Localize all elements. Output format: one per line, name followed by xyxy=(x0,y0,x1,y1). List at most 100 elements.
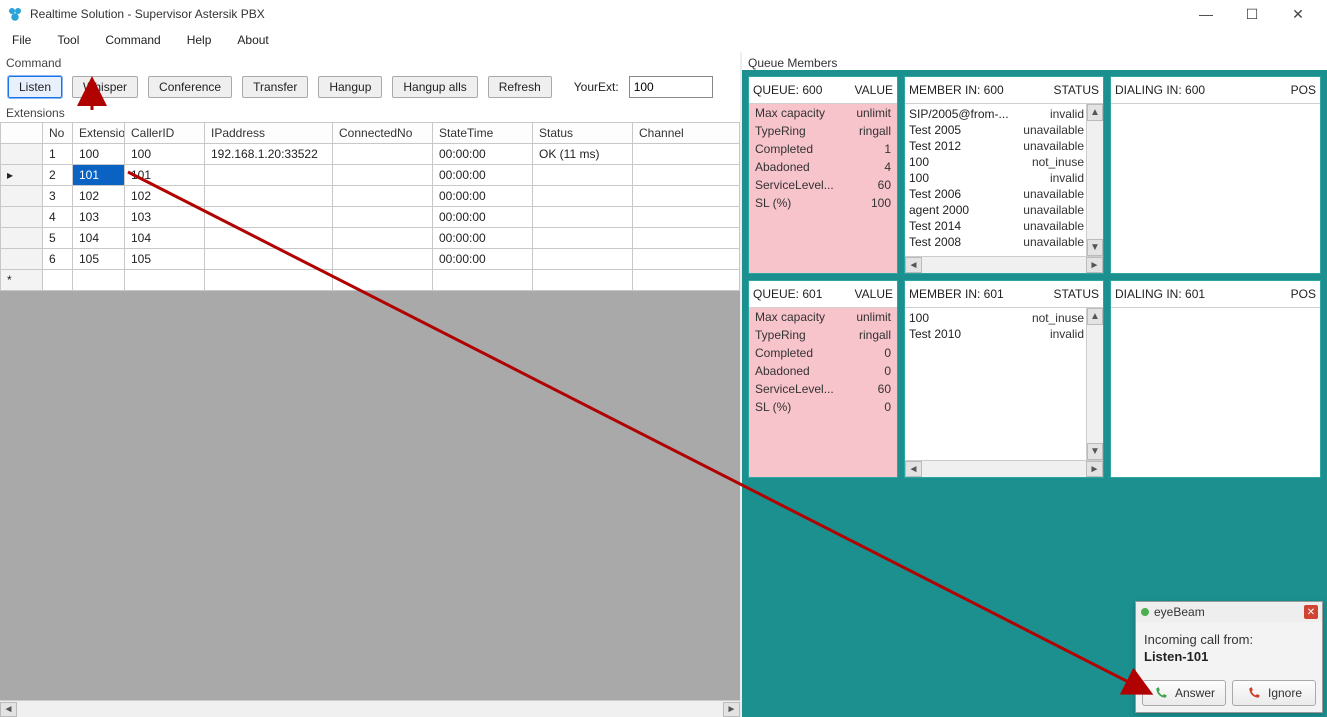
menu-about[interactable]: About xyxy=(233,31,272,49)
cell-channel[interactable] xyxy=(633,144,740,165)
cell-no[interactable]: 4 xyxy=(43,207,73,228)
cell-extension[interactable]: 104 xyxy=(73,228,125,249)
table-row[interactable]: 610510500:00:00 xyxy=(1,249,740,270)
extensions-grid[interactable]: No Extension CallerID IPaddress Connecte… xyxy=(0,122,740,700)
scroll-up-icon[interactable]: ▲ xyxy=(1087,308,1103,325)
row-header[interactable] xyxy=(1,249,43,270)
scroll-right-icon[interactable]: ► xyxy=(723,702,740,717)
table-row[interactable]: 1100100192.168.1.20:3352200:00:00OK (11 … xyxy=(1,144,740,165)
member-row[interactable]: Test 2012unavailable xyxy=(909,138,1084,154)
cell-connected[interactable] xyxy=(333,228,433,249)
cell-callerid[interactable]: 105 xyxy=(125,249,205,270)
ignore-button[interactable]: Ignore xyxy=(1232,680,1316,706)
cell-channel[interactable] xyxy=(633,228,740,249)
cell-status[interactable] xyxy=(533,207,633,228)
cell-ip[interactable] xyxy=(205,165,333,186)
row-header[interactable] xyxy=(1,144,43,165)
cell-channel[interactable] xyxy=(633,249,740,270)
col-no[interactable]: No xyxy=(43,123,73,144)
cell-channel[interactable] xyxy=(633,165,740,186)
row-header[interactable]: ▸ xyxy=(1,165,43,186)
yourext-input[interactable] xyxy=(629,76,713,98)
col-conn[interactable]: ConnectedNo xyxy=(333,123,433,144)
members-vertical-scrollbar[interactable]: ▲ ▼ xyxy=(1086,308,1103,460)
cell-extension[interactable]: 101 xyxy=(73,165,125,186)
col-ip[interactable]: IPaddress xyxy=(205,123,333,144)
table-row[interactable]: 510410400:00:00 xyxy=(1,228,740,249)
member-row[interactable]: 100invalid xyxy=(909,170,1084,186)
col-time[interactable]: StateTime xyxy=(433,123,533,144)
row-header[interactable] xyxy=(1,207,43,228)
scroll-up-icon[interactable]: ▲ xyxy=(1087,104,1103,121)
member-row[interactable]: Test 2010invalid xyxy=(909,326,1084,342)
cell-ip[interactable]: 192.168.1.20:33522 xyxy=(205,144,333,165)
member-row[interactable]: Test 2008unavailable xyxy=(909,234,1084,250)
cell-ip[interactable] xyxy=(205,186,333,207)
cell-callerid[interactable]: 102 xyxy=(125,186,205,207)
cell-statetime[interactable]: 00:00:00 xyxy=(433,228,533,249)
col-cid[interactable]: CallerID xyxy=(125,123,205,144)
cell-status[interactable] xyxy=(533,228,633,249)
window-minimize-button[interactable]: — xyxy=(1183,0,1229,28)
row-header-new[interactable]: * xyxy=(1,270,43,291)
scroll-right-icon[interactable]: ► xyxy=(1086,461,1103,477)
cell-ip[interactable] xyxy=(205,228,333,249)
cell-statetime[interactable]: 00:00:00 xyxy=(433,165,533,186)
menu-tool[interactable]: Tool xyxy=(53,31,83,49)
menu-command[interactable]: Command xyxy=(101,31,164,49)
cell-channel[interactable] xyxy=(633,186,740,207)
cell-status[interactable] xyxy=(533,186,633,207)
hangup-button[interactable]: Hangup xyxy=(318,76,382,98)
hangup-alls-button[interactable]: Hangup alls xyxy=(392,76,477,98)
cell-status[interactable]: OK (11 ms) xyxy=(533,144,633,165)
scroll-left-icon[interactable]: ◄ xyxy=(905,461,922,477)
refresh-button[interactable]: Refresh xyxy=(488,76,552,98)
cell-statetime[interactable]: 00:00:00 xyxy=(433,186,533,207)
members-vertical-scrollbar[interactable]: ▲ ▼ xyxy=(1086,104,1103,256)
col-ch[interactable]: Channel xyxy=(633,123,740,144)
member-row[interactable]: Test 2006unavailable xyxy=(909,186,1084,202)
member-row[interactable]: 100not_inuse xyxy=(909,310,1084,326)
cell-connected[interactable] xyxy=(333,186,433,207)
cell-no[interactable]: 5 xyxy=(43,228,73,249)
cell-callerid[interactable]: 104 xyxy=(125,228,205,249)
menu-file[interactable]: File xyxy=(8,31,35,49)
cell-callerid[interactable]: 101 xyxy=(125,165,205,186)
table-row[interactable]: 310210200:00:00 xyxy=(1,186,740,207)
member-row[interactable]: Test 2005unavailable xyxy=(909,122,1084,138)
transfer-button[interactable]: Transfer xyxy=(242,76,308,98)
cell-connected[interactable] xyxy=(333,144,433,165)
table-row[interactable]: 410310300:00:00 xyxy=(1,207,740,228)
member-row[interactable]: agent 2000unavailable xyxy=(909,202,1084,218)
scroll-down-icon[interactable]: ▼ xyxy=(1087,443,1103,460)
popup-close-button[interactable]: ✕ xyxy=(1304,605,1318,619)
row-header[interactable] xyxy=(1,228,43,249)
cell-no[interactable]: 1 xyxy=(43,144,73,165)
window-close-button[interactable]: ✕ xyxy=(1275,0,1321,28)
cell-no[interactable]: 2 xyxy=(43,165,73,186)
scroll-left-icon[interactable]: ◄ xyxy=(0,702,17,717)
cell-connected[interactable] xyxy=(333,165,433,186)
members-horizontal-scrollbar[interactable]: ◄► xyxy=(905,256,1103,273)
table-row-new[interactable]: * xyxy=(1,270,740,291)
cell-extension[interactable]: 103 xyxy=(73,207,125,228)
members-horizontal-scrollbar[interactable]: ◄► xyxy=(905,460,1103,477)
cell-statetime[interactable]: 00:00:00 xyxy=(433,207,533,228)
member-row[interactable]: Test 2014unavailable xyxy=(909,218,1084,234)
cell-connected[interactable] xyxy=(333,207,433,228)
table-row[interactable]: ▸210110100:00:00 xyxy=(1,165,740,186)
cell-status[interactable] xyxy=(533,249,633,270)
member-row[interactable]: SIP/2005@from-...invalid xyxy=(909,106,1084,122)
popup-titlebar[interactable]: eyeBeam ✕ xyxy=(1136,602,1322,622)
cell-channel[interactable] xyxy=(633,207,740,228)
cell-no[interactable]: 6 xyxy=(43,249,73,270)
cell-extension[interactable]: 105 xyxy=(73,249,125,270)
cell-ip[interactable] xyxy=(205,249,333,270)
cell-statetime[interactable]: 00:00:00 xyxy=(433,249,533,270)
col-status[interactable]: Status xyxy=(533,123,633,144)
member-row[interactable]: 100not_inuse xyxy=(909,154,1084,170)
cell-extension[interactable]: 100 xyxy=(73,144,125,165)
menu-help[interactable]: Help xyxy=(183,31,216,49)
row-header[interactable] xyxy=(1,186,43,207)
whisper-button[interactable]: Whisper xyxy=(72,76,138,98)
